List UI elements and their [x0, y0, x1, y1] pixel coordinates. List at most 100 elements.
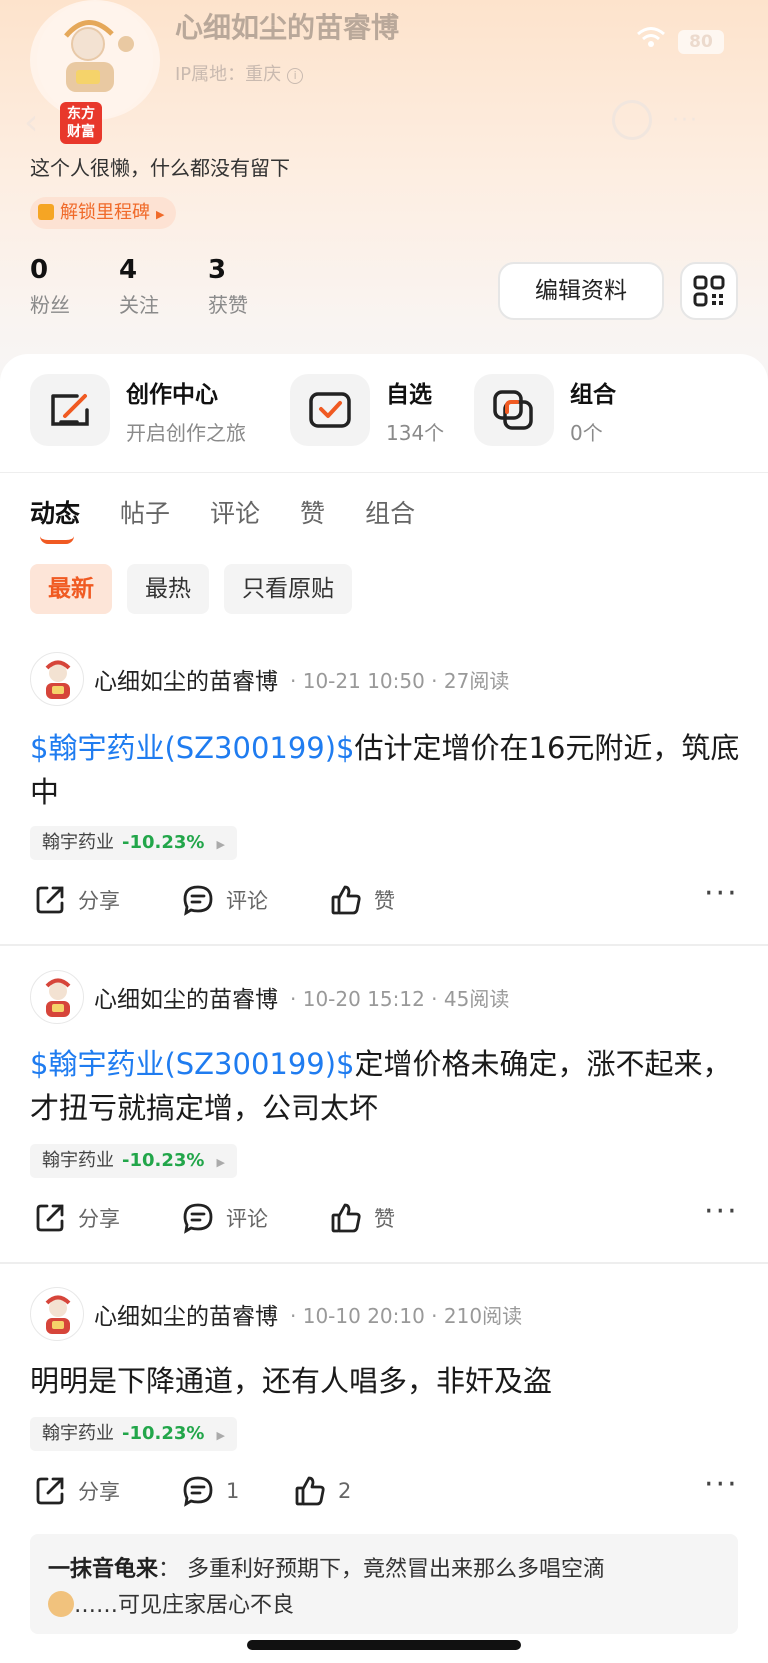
- stock-chip-name: 翰宇药业: [42, 1423, 114, 1444]
- stat-label: 关注: [119, 293, 159, 317]
- divider: [0, 944, 768, 946]
- comment-colon: ：: [158, 1557, 181, 1582]
- more-options-icon[interactable]: ···: [704, 1467, 739, 1502]
- comment-text-continued: ……可见庄家居心不良: [74, 1593, 295, 1618]
- shortcut-subtitle: 开启创作之旅: [126, 420, 246, 445]
- stock-chip-change: -10.23%: [122, 1423, 205, 1444]
- comment-text: 多重利好预期下，竟然冒出来那么多唱空滴: [187, 1557, 606, 1582]
- sort-filters: 最新 最热 只看原贴: [30, 564, 367, 614]
- home-indicator: [247, 1640, 521, 1650]
- stock-link[interactable]: $翰宇药业(SZ300199)$: [30, 1047, 355, 1081]
- shortcut-title: 自选: [386, 381, 432, 408]
- thumbs-up-icon: [331, 1203, 361, 1233]
- back-icon[interactable]: ‹: [24, 102, 38, 143]
- tab-label: 动态: [30, 499, 81, 528]
- search-icon[interactable]: [612, 100, 652, 140]
- share-button[interactable]: 分享: [34, 1202, 120, 1234]
- tab-likes[interactable]: 赞: [300, 494, 325, 530]
- brand-badge: 东方 财富: [60, 102, 102, 144]
- filter-hottest[interactable]: 最热: [127, 564, 209, 614]
- qr-code-icon: [693, 275, 725, 307]
- milestone-label: 解锁里程碑: [60, 202, 150, 223]
- tab-portfolio[interactable]: 组合: [365, 494, 415, 530]
- post-header: 心细如尘的苗睿博 · 10-10 20:10 · 210阅读: [30, 1287, 522, 1341]
- like-count: 2: [338, 1479, 352, 1503]
- shortcut-portfolio[interactable]: 组合 0个: [474, 374, 616, 446]
- info-icon[interactable]: i: [287, 68, 304, 84]
- share-label: 分享: [78, 1207, 120, 1231]
- edit-profile-button[interactable]: 编辑资料: [498, 262, 664, 320]
- stat-likes[interactable]: 3 获赞: [208, 255, 297, 318]
- post-author[interactable]: 心细如尘的苗睿博: [94, 980, 278, 1014]
- post-author[interactable]: 心细如尘的苗睿博: [94, 662, 278, 696]
- stock-chip[interactable]: 翰宇药业 -10.23% ▶: [30, 826, 237, 860]
- milestone-button[interactable]: 解锁里程碑 ▶: [30, 197, 177, 229]
- avatar[interactable]: [30, 652, 84, 706]
- filter-latest[interactable]: 最新: [30, 564, 112, 614]
- avatar[interactable]: [30, 1287, 84, 1341]
- edit-icon: [30, 374, 110, 446]
- share-button[interactable]: 分享: [34, 1475, 120, 1507]
- shortcut-creation-center[interactable]: 创作中心 开启创作之旅: [30, 374, 246, 446]
- stock-chip-name: 翰宇药业: [42, 1150, 114, 1171]
- post-author[interactable]: 心细如尘的苗睿博: [94, 1297, 278, 1331]
- tab-active-indicator: [40, 536, 74, 544]
- check-box-icon: [290, 374, 370, 446]
- tab-comments[interactable]: 评论: [210, 494, 260, 530]
- stock-link[interactable]: $翰宇药业(SZ300199)$: [30, 731, 355, 765]
- comment-author[interactable]: 一抹音龟来: [48, 1557, 158, 1582]
- post-header: 心细如尘的苗睿博 · 10-21 10:50 · 27阅读: [30, 652, 509, 706]
- top-comment-preview[interactable]: 一抹音龟来： 多重利好预期下，竟然冒出来那么多唱空滴 ……可见庄家居心不良: [30, 1534, 738, 1634]
- avatar[interactable]: [30, 970, 84, 1024]
- like-button[interactable]: 赞: [330, 1202, 395, 1234]
- comment-icon: [183, 1476, 213, 1507]
- stock-chip[interactable]: 翰宇药业 -10.23% ▶: [30, 1144, 237, 1178]
- ip-location-text: IP属地：重庆: [175, 64, 282, 85]
- filter-original-only[interactable]: 只看原贴: [224, 564, 352, 614]
- ip-location: IP属地：重庆 i: [175, 60, 304, 86]
- post-actions: 分享 评论 赞 ···: [0, 1194, 768, 1242]
- shortcut-title: 组合: [570, 381, 616, 408]
- shortcut-watchlist[interactable]: 自选 134个: [290, 374, 444, 446]
- qr-code-button[interactable]: [680, 262, 738, 320]
- stock-chip-change: -10.23%: [122, 1150, 205, 1171]
- more-icon[interactable]: ···: [672, 108, 699, 133]
- thumbs-up-icon: [295, 1476, 325, 1506]
- stock-chip-change: -10.23%: [122, 832, 205, 853]
- stat-followers[interactable]: 0 粉丝: [30, 255, 119, 318]
- comment-label: 评论: [226, 889, 268, 913]
- post-content[interactable]: $翰宇药业(SZ300199)$估计定增价在16元附近，筑底中: [30, 726, 742, 814]
- stock-chip[interactable]: 翰宇药业 -10.23% ▶: [30, 1417, 237, 1451]
- post-content[interactable]: $翰宇药业(SZ300199)$定增价格未确定，涨不起来，才扭亏就搞定增，公司太…: [30, 1042, 742, 1130]
- content-tabs: 动态 帖子 评论 赞 组合: [30, 494, 455, 544]
- more-options-icon[interactable]: ···: [704, 876, 739, 911]
- like-button[interactable]: 赞: [330, 884, 395, 916]
- comment-button[interactable]: 评论: [182, 884, 268, 916]
- tab-posts[interactable]: 帖子: [120, 494, 170, 530]
- shortcut-title: 创作中心: [126, 381, 218, 408]
- share-icon: [36, 886, 64, 914]
- like-button[interactable]: 2: [294, 1475, 351, 1507]
- share-label: 分享: [78, 1480, 120, 1504]
- share-button[interactable]: 分享: [34, 884, 120, 916]
- tab-activity[interactable]: 动态: [30, 494, 81, 544]
- share-label: 分享: [78, 889, 120, 913]
- post-text: 明明是下降通道，还有人唱多，非奸及盗: [30, 1364, 553, 1398]
- stat-following[interactable]: 4 关注: [119, 255, 208, 318]
- thumbs-up-icon: [331, 885, 361, 915]
- shortcut-subtitle: 0个: [570, 420, 603, 445]
- comment-button[interactable]: 评论: [182, 1202, 268, 1234]
- play-arrow-icon: ▶: [216, 1429, 225, 1442]
- play-arrow-icon: ▶: [216, 838, 225, 851]
- portfolio-icon: [474, 374, 554, 446]
- lock-icon: [38, 204, 54, 220]
- stat-value: 0: [30, 255, 49, 285]
- like-label: 赞: [374, 1207, 395, 1231]
- post-meta: · 10-20 15:12 · 45阅读: [290, 986, 510, 1011]
- more-options-icon[interactable]: ···: [704, 1194, 739, 1229]
- divider: [0, 472, 768, 473]
- post-content[interactable]: 明明是下降通道，还有人唱多，非奸及盗: [30, 1359, 742, 1403]
- comment-button[interactable]: 1: [182, 1475, 239, 1507]
- comment-icon: [183, 1203, 213, 1234]
- profile-bio: 这个人很懒，什么都没有留下: [30, 156, 290, 180]
